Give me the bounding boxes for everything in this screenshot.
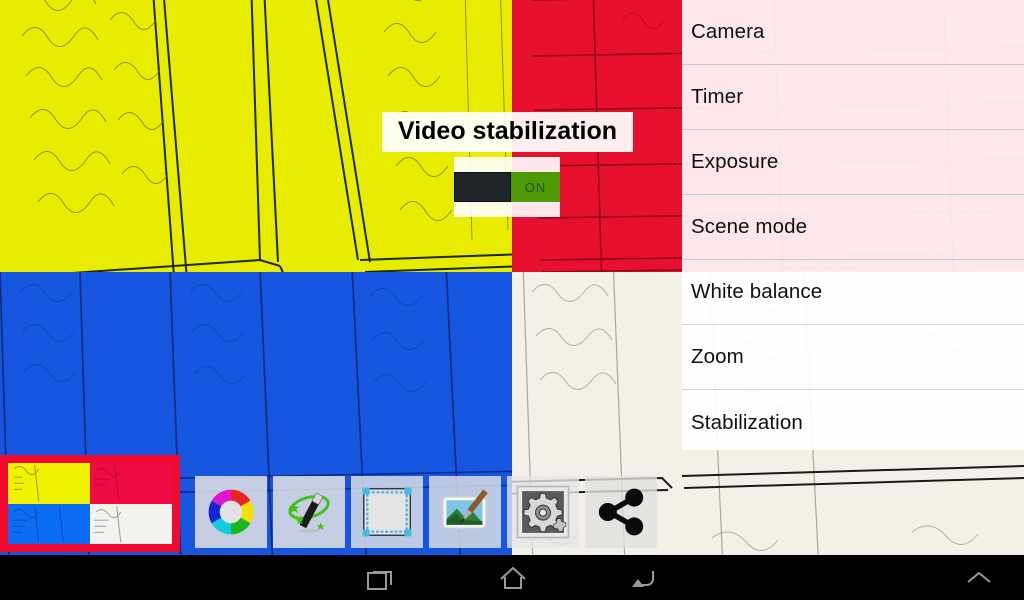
gears-icon xyxy=(516,485,570,539)
sidebar-item-stabilization[interactable]: Stabilization xyxy=(682,390,1024,455)
sketch-lines-icon xyxy=(94,505,122,543)
sidebar-item-scene-mode[interactable]: Scene mode xyxy=(682,195,1024,260)
sidebar-item-label: Scene mode xyxy=(691,215,808,238)
home-icon xyxy=(500,566,526,589)
chevron-up-icon xyxy=(967,571,991,583)
video-stabilization-dialog: Video stabilization ON xyxy=(382,112,633,217)
nav-back-button[interactable] xyxy=(604,555,684,600)
toggle-track-on: ON xyxy=(511,172,560,202)
nav-home-button[interactable] xyxy=(473,555,553,600)
android-navigation-bar xyxy=(0,555,1024,600)
magic-wand-icon xyxy=(288,493,330,533)
sidebar-item-label: White balance xyxy=(691,280,823,303)
nav-recents-button[interactable] xyxy=(342,555,422,600)
toggle-state-label: ON xyxy=(524,179,547,195)
thumbnail-quadrant-bottom-left xyxy=(8,503,90,544)
sidebar-item-exposure[interactable]: Exposure xyxy=(682,130,1024,195)
image-thumbnail[interactable] xyxy=(0,455,180,552)
share-icon xyxy=(598,488,644,536)
sidebar-item-label: Exposure xyxy=(691,150,779,173)
sketch-lines-icon xyxy=(12,505,64,543)
dialog-title: Video stabilization xyxy=(382,112,633,152)
toggle-backdrop: ON xyxy=(454,157,560,217)
thumbnail-quadrant-top-right xyxy=(90,463,172,504)
frame-icon xyxy=(362,487,412,537)
sidebar-item-label: Stabilization xyxy=(691,410,803,434)
aperture-icon xyxy=(208,489,254,535)
sidebar-item-label: Zoom xyxy=(691,345,744,368)
video-stabilization-toggle[interactable]: ON xyxy=(454,172,560,202)
sidebar-item-white-balance[interactable]: White balance xyxy=(682,260,1024,325)
sketch-lines-icon xyxy=(94,464,122,502)
sidebar-item-label: Camera xyxy=(691,20,765,43)
settings-side-panel: Camera Timer Exposure Scene mode White b… xyxy=(682,0,1024,450)
share-button[interactable] xyxy=(585,476,657,548)
image-brush-icon xyxy=(442,489,488,529)
auto-enhance-button[interactable] xyxy=(273,476,345,548)
settings-button[interactable] xyxy=(507,476,579,548)
sketch-lines-icon xyxy=(13,464,40,502)
editor-toolbar xyxy=(195,473,657,551)
sidebar-item-camera[interactable]: Camera xyxy=(682,0,1024,65)
thumbnail-quadrant-bottom-right xyxy=(90,503,172,544)
sidebar-item-label: Timer xyxy=(691,85,744,108)
back-icon xyxy=(632,570,654,587)
frame-border-button[interactable] xyxy=(351,476,423,548)
screen: Camera Timer Exposure Scene mode White b… xyxy=(0,0,1024,600)
image-edit-button[interactable] xyxy=(429,476,501,548)
sidebar-item-zoom[interactable]: Zoom xyxy=(682,325,1024,390)
recents-icon xyxy=(367,570,392,590)
camera-effects-button[interactable] xyxy=(195,476,267,548)
nav-hide-button[interactable] xyxy=(944,555,1014,600)
thumbnail-quadrant-top-left xyxy=(8,463,90,504)
sidebar-item-timer[interactable]: Timer xyxy=(682,65,1024,130)
toggle-thumb[interactable] xyxy=(454,172,511,202)
